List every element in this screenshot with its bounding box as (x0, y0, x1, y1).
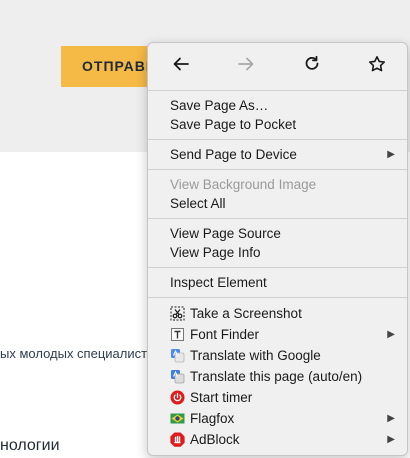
menu-item-flagfox[interactable]: Flagfox ▶ (148, 408, 407, 429)
menu-item-inspect-element[interactable]: Inspect Element (148, 273, 407, 292)
power-timer-icon (170, 390, 185, 405)
submenu-arrow-icon: ▶ (387, 413, 395, 424)
screenshot-scissors-icon (170, 306, 185, 321)
back-button[interactable] (168, 51, 194, 77)
context-menu: Save Page As… Save Page to Pocket Send P… (147, 42, 408, 456)
menu-separator (148, 267, 407, 268)
menu-item-label: Send Page to Device (170, 147, 297, 162)
menu-item-label: Start timer (190, 390, 253, 405)
submenu-arrow-icon: ▶ (387, 434, 395, 445)
section-heading: нологии (0, 437, 60, 454)
navigation-row (148, 43, 407, 85)
menu-item-send-to-device[interactable]: Send Page to Device ▶ (148, 145, 407, 164)
menu-item-label: Flagfox (190, 411, 235, 426)
menu-item-label: Take a Screenshot (190, 306, 302, 321)
menu-item-label: AdBlock (190, 432, 240, 447)
menu-separator (148, 297, 407, 298)
menu-item-adblock[interactable]: AdBlock ▶ (148, 429, 407, 450)
submenu-arrow-icon: ▶ (387, 149, 395, 160)
menu-separator (148, 169, 407, 170)
arrow-right-icon (238, 57, 254, 71)
menu-item-save-page-as[interactable]: Save Page As… (148, 96, 407, 115)
menu-item-view-background-image: View Background Image (170, 177, 317, 192)
forward-button[interactable] (233, 51, 259, 77)
bookmark-button[interactable] (364, 51, 390, 77)
menu-item-label: Translate this page (auto/en) (190, 369, 363, 384)
arrow-left-icon (173, 57, 189, 71)
font-finder-icon (170, 327, 185, 342)
menu-item-label: Font Finder (190, 327, 260, 342)
reload-button[interactable] (299, 51, 325, 77)
menu-item-translate-google[interactable]: Translate with Google (148, 345, 407, 366)
menu-item-font-finder[interactable]: Font Finder ▶ (148, 324, 407, 345)
body-text: ых молодых специалистов (0, 346, 162, 361)
star-icon (369, 56, 385, 72)
menu-item-start-timer[interactable]: Start timer (148, 387, 407, 408)
menu-item-select-all[interactable]: Select All (148, 194, 407, 213)
menu-item-view-page-info[interactable]: View Page Info (148, 243, 407, 262)
menu-item-translate-page[interactable]: Translate this page (auto/en) (148, 366, 407, 387)
submenu-arrow-icon: ▶ (387, 329, 395, 340)
menu-separator (148, 139, 407, 140)
translate-google-icon (170, 348, 185, 363)
menu-item-save-to-pocket[interactable]: Save Page to Pocket (148, 115, 407, 134)
flag-icon (170, 411, 185, 426)
menu-item-take-screenshot[interactable]: Take a Screenshot (148, 303, 407, 324)
translate-page-icon (170, 369, 185, 384)
menu-separator (148, 90, 407, 91)
menu-item-view-page-source[interactable]: View Page Source (148, 224, 407, 243)
reload-icon (305, 55, 319, 70)
adblock-hand-icon (170, 432, 185, 447)
menu-item-label: Translate with Google (190, 348, 321, 363)
menu-separator (148, 218, 407, 219)
